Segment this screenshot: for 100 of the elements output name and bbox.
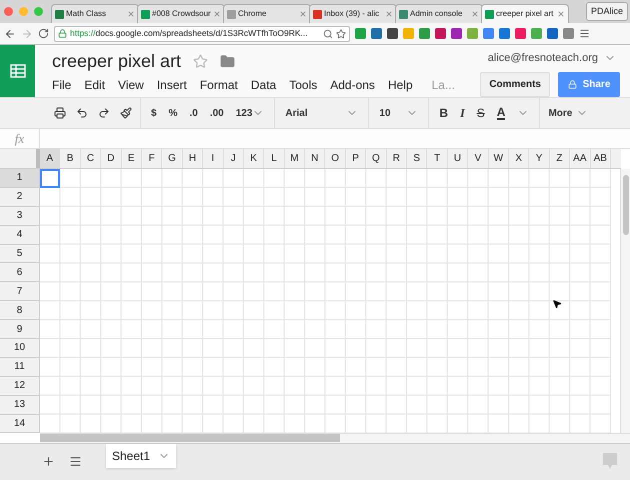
column-header[interactable]: N (305, 149, 326, 168)
close-icon[interactable] (557, 10, 565, 18)
font-dropdown[interactable]: Arial (275, 98, 370, 128)
italic-button[interactable]: I (460, 104, 465, 122)
column-header[interactable]: P (346, 149, 366, 168)
row-header[interactable]: 9 (0, 320, 40, 340)
star-icon[interactable] (336, 28, 346, 38)
column-header[interactable]: G (162, 149, 183, 168)
selected-cell[interactable] (40, 169, 60, 188)
row-header[interactable]: 6 (0, 263, 40, 282)
row-header[interactable]: 14 (0, 414, 40, 434)
profile-button[interactable]: PDAlice (586, 2, 628, 22)
undo-icon[interactable] (76, 107, 88, 119)
column-header[interactable]: D (101, 149, 122, 168)
column-header[interactable]: L (264, 149, 285, 168)
column-header[interactable]: M (284, 149, 306, 168)
font-size-dropdown[interactable]: 10 (369, 98, 430, 128)
extension-icon[interactable] (515, 28, 526, 39)
strikethrough-button[interactable]: S (476, 104, 485, 122)
menu-item[interactable]: Tools (289, 76, 318, 94)
reload-icon[interactable] (38, 28, 49, 39)
extension-icon[interactable] (563, 28, 574, 39)
extension-icon[interactable] (435, 28, 446, 39)
text-color-button[interactable]: A (496, 106, 506, 120)
row-header[interactable]: 12 (0, 376, 40, 396)
row-header[interactable]: 1 (0, 169, 40, 188)
column-header[interactable]: Z (550, 149, 570, 168)
column-header[interactable]: X (508, 149, 530, 168)
sheets-logo[interactable] (0, 45, 35, 97)
paint-format-icon[interactable] (120, 107, 132, 119)
close-icon[interactable] (385, 10, 393, 18)
extension-icon[interactable] (419, 28, 430, 39)
menu-item[interactable]: Data (250, 76, 276, 94)
browser-tab[interactable]: Admin console (395, 4, 483, 23)
account-email[interactable]: alice@fresnoteach.org (488, 50, 598, 66)
column-header[interactable]: F (142, 149, 162, 168)
decrease-decimal-button[interactable]: .0 (189, 106, 198, 120)
menu-item[interactable]: View (118, 76, 144, 94)
column-header[interactable]: V (468, 149, 489, 168)
column-header[interactable]: Y (529, 149, 550, 168)
extension-icon[interactable] (371, 28, 382, 39)
row-header[interactable]: 10 (0, 339, 40, 358)
menu-item[interactable]: Insert (156, 76, 187, 94)
address-field[interactable]: https://docs.google.com/spreadsheets/d/1S3RcWTfhToO9RK... (54, 26, 350, 42)
column-header[interactable]: R (386, 149, 408, 168)
document-title[interactable]: creeper pixel art (52, 48, 182, 74)
column-header[interactable]: H (182, 149, 204, 168)
sheet-tab[interactable]: Sheet1 (106, 444, 176, 468)
print-icon[interactable] (54, 107, 66, 119)
sheet-list-icon[interactable] (69, 455, 82, 468)
browser-tab[interactable]: creeper pixel art (481, 4, 569, 23)
star-icon[interactable] (193, 54, 208, 68)
menu-item[interactable]: Format (200, 76, 238, 94)
cell-grid[interactable] (40, 169, 611, 434)
extension-icon[interactable] (387, 28, 398, 39)
column-header[interactable]: W (488, 149, 509, 168)
browser-tab[interactable]: #008 Crowdsour (137, 4, 225, 23)
row-header[interactable]: 4 (0, 226, 40, 245)
row-header[interactable]: 13 (0, 396, 40, 415)
vertical-scrollbar[interactable] (620, 169, 630, 433)
row-header[interactable]: 8 (0, 301, 40, 320)
column-header[interactable]: B (60, 149, 81, 168)
browser-tab[interactable]: Math Class (51, 4, 139, 23)
column-header[interactable]: AA (570, 149, 591, 168)
menu-item[interactable]: Add-ons (330, 76, 375, 94)
column-header[interactable]: J (224, 149, 244, 168)
increase-decimal-button[interactable]: .00 (210, 106, 224, 120)
folder-icon[interactable] (220, 54, 236, 68)
menu-item[interactable]: Help (388, 76, 413, 94)
search-icon[interactable] (323, 28, 333, 38)
close-icon[interactable] (471, 10, 479, 18)
extension-icon[interactable] (451, 28, 462, 39)
column-header[interactable]: A (40, 149, 60, 168)
row-header[interactable]: 5 (0, 244, 40, 264)
close-icon[interactable] (127, 10, 135, 18)
bold-button[interactable]: B (439, 104, 448, 122)
row-header[interactable]: 2 (0, 188, 40, 207)
horizontal-scrollbar[interactable] (40, 433, 630, 443)
add-sheet-icon[interactable] (42, 455, 55, 468)
extension-icon[interactable] (483, 28, 494, 39)
comments-button[interactable]: Comments (480, 72, 550, 96)
redo-icon[interactable] (98, 107, 110, 119)
column-header[interactable]: I (203, 149, 224, 168)
column-header[interactable]: T (427, 149, 448, 168)
menu-item[interactable]: File (52, 76, 72, 94)
row-header[interactable]: 3 (0, 206, 40, 226)
menu-icon[interactable] (579, 28, 590, 39)
column-header[interactable]: U (448, 149, 468, 168)
column-header[interactable]: C (80, 149, 102, 168)
extension-icon[interactable] (547, 28, 558, 39)
extension-icon[interactable] (499, 28, 510, 39)
percent-button[interactable]: % (168, 106, 178, 120)
column-header[interactable]: AB (590, 149, 611, 168)
forward-icon[interactable] (21, 28, 33, 40)
row-header[interactable]: 11 (0, 358, 40, 377)
row-header[interactable]: 7 (0, 282, 40, 302)
more-button[interactable]: More (540, 106, 596, 120)
browser-tab[interactable]: Chrome (223, 4, 311, 23)
menu-item[interactable]: Edit (84, 76, 106, 94)
column-header[interactable]: O (325, 149, 346, 168)
